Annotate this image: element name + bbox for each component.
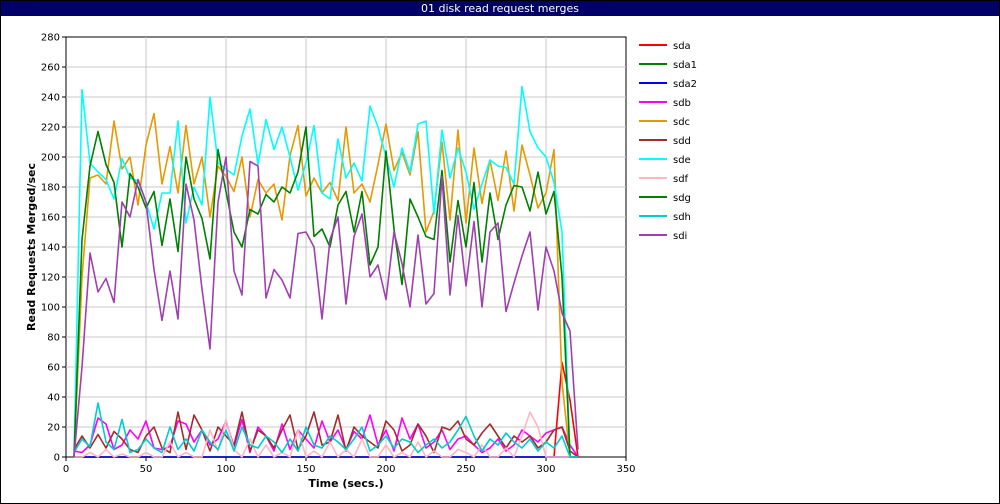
legend-label-sde: sde	[673, 155, 691, 166]
x-tick-label: 50	[140, 464, 153, 475]
chart-svg: 0 20 40 60 80 100 120 140 160 180 200 220 240 260 280 0…	[25, 33, 697, 491]
x-axis-title: Time (secs.)	[308, 477, 383, 490]
y-tick-label: 220	[41, 123, 60, 134]
x-tick-label: 0	[63, 464, 69, 475]
y-tick-label: 240	[41, 93, 60, 104]
legend-label-sdc: sdc	[673, 117, 690, 128]
y-tick-label: 160	[41, 213, 60, 224]
legend-label-sda1: sda1	[673, 60, 697, 71]
y-tick-label: 60	[47, 363, 60, 374]
y-tick-label: 80	[47, 333, 60, 344]
chart-window: 01 disk read request merges 0 20 40 60 80 100…	[0, 0, 1000, 504]
x-tick-label: 300	[536, 464, 555, 475]
y-axis-title: Read Requests Merged/sec	[25, 163, 38, 331]
legend-label-sda2: sda2	[673, 79, 697, 90]
x-tick-label: 350	[616, 464, 635, 475]
legend: sda sda1 sda2 sdb sdc sdd sde sdf sdg sdh sdi	[639, 41, 697, 242]
y-tick-label: 180	[41, 183, 60, 194]
y-tick-label: 140	[41, 243, 60, 254]
y-tick-label: 100	[41, 303, 60, 314]
x-tick-label: 250	[456, 464, 475, 475]
legend-label-sdh: sdh	[673, 212, 691, 223]
x-tick-label: 150	[296, 464, 315, 475]
legend-label-sdi: sdi	[673, 231, 687, 242]
x-tick-label: 200	[376, 464, 395, 475]
y-tick-label: 260	[41, 63, 60, 74]
y-tick-label: 280	[41, 33, 60, 44]
y-tick-label: 200	[41, 153, 60, 164]
legend-label-sdd: sdd	[673, 136, 691, 147]
y-tick-label: 40	[47, 393, 60, 404]
legend-label-sda: sda	[673, 41, 691, 52]
x-tick-label: 100	[216, 464, 235, 475]
y-tick-label: 20	[47, 423, 60, 434]
legend-label-sdg: sdg	[673, 193, 691, 204]
legend-label-sdb: sdb	[673, 98, 691, 109]
legend-label-sdf: sdf	[673, 174, 689, 185]
y-tick-label: 0	[54, 453, 60, 464]
y-tick-label: 120	[41, 273, 60, 284]
